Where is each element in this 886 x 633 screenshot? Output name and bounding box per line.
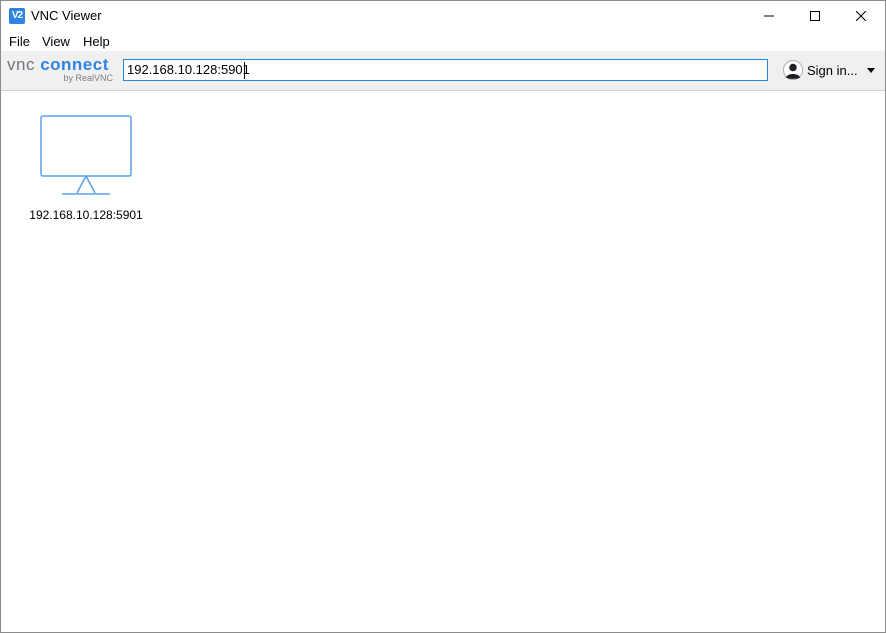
- connection-label: 192.168.10.128:5901: [29, 208, 143, 222]
- sign-in-button[interactable]: Sign in...: [783, 60, 883, 82]
- minimize-button[interactable]: [746, 1, 792, 31]
- logo-byline: by RealVNC: [63, 73, 113, 83]
- close-icon: [856, 11, 866, 21]
- user-avatar-icon: [783, 60, 803, 80]
- vnc-connect-logo: vnc connect by RealVNC: [7, 55, 117, 85]
- minimize-icon: [764, 15, 774, 17]
- menu-view[interactable]: View: [42, 34, 70, 49]
- vnc-app-icon: V2: [9, 8, 25, 24]
- logo-connect-text: connect: [40, 55, 109, 74]
- sign-in-label: Sign in...: [807, 63, 858, 78]
- maximize-button[interactable]: [792, 1, 838, 31]
- text-caret: [244, 62, 245, 79]
- menu-file[interactable]: File: [9, 34, 30, 49]
- connections-area: 192.168.10.128:5901: [1, 91, 885, 632]
- toolbar: vnc connect by RealVNC Sign in...: [1, 51, 885, 91]
- close-button[interactable]: [838, 1, 884, 31]
- vnc-viewer-window: V2 VNC Viewer File View Help vnc connect…: [0, 0, 886, 633]
- chevron-down-icon: [867, 68, 875, 73]
- address-input[interactable]: [123, 59, 768, 81]
- title-bar[interactable]: V2 VNC Viewer: [1, 1, 885, 31]
- connection-tile[interactable]: 192.168.10.128:5901: [21, 113, 151, 225]
- menu-bar: File View Help: [1, 31, 885, 51]
- logo-vnc-text: vnc: [7, 55, 35, 74]
- window-title: VNC Viewer: [31, 8, 102, 23]
- maximize-icon: [810, 11, 820, 21]
- monitor-icon: [40, 115, 132, 195]
- menu-help[interactable]: Help: [83, 34, 110, 49]
